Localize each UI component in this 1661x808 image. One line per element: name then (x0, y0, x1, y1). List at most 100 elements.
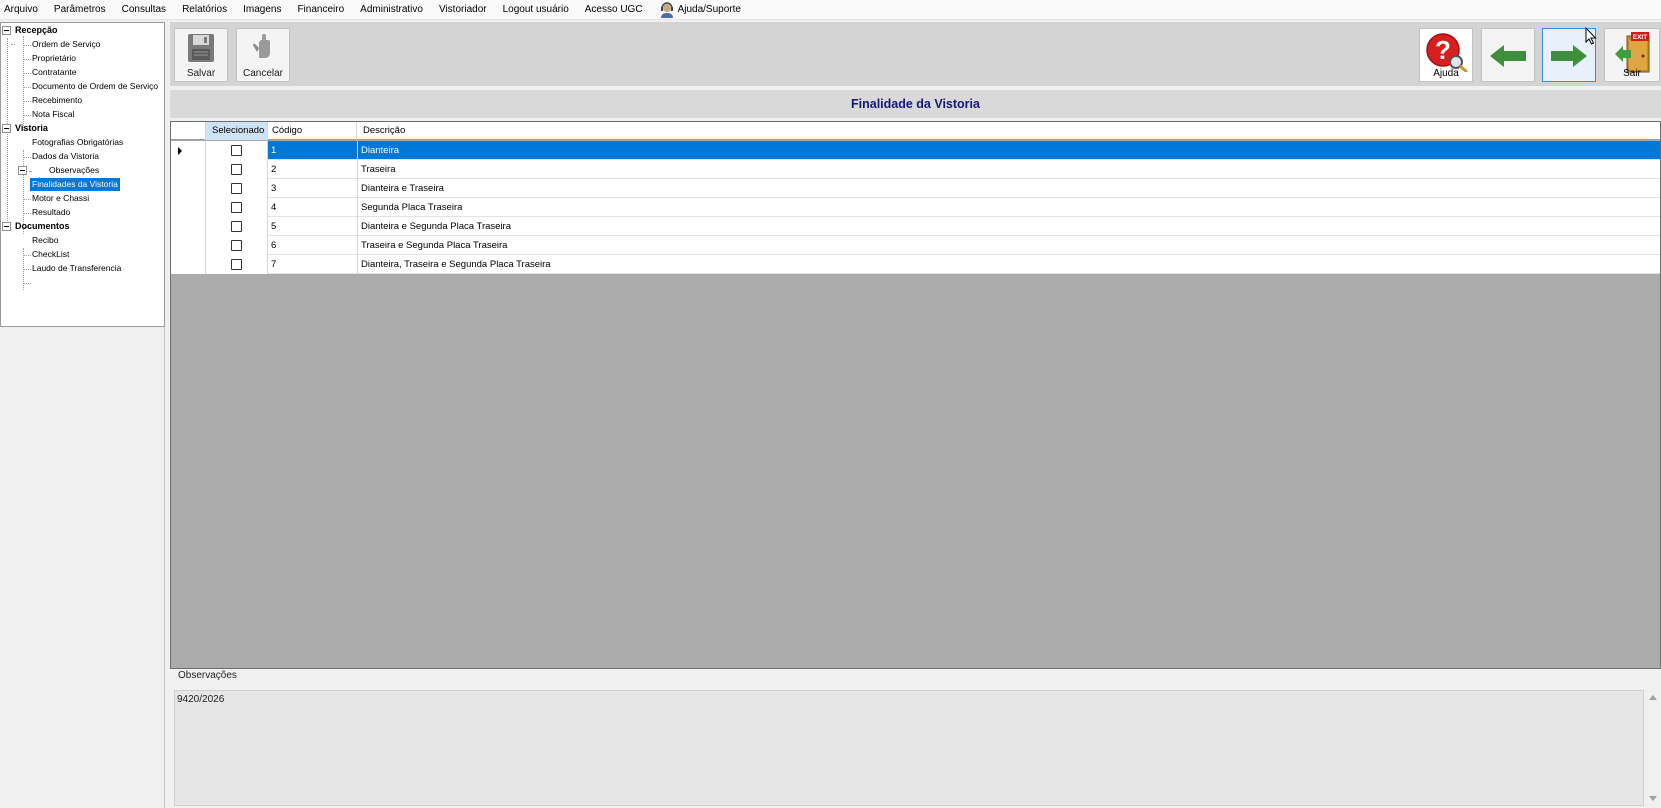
tree-item-fotografias[interactable]: Fotografias Obrigatórias (30, 136, 125, 149)
tree-item-dados-vistoria[interactable]: Dados da Vistoria (30, 150, 101, 163)
finalidade-grid: Selecionado Código Descrição 1 Dianteira… (170, 121, 1661, 669)
tree-item-proprietario[interactable]: Proprietário (30, 52, 78, 65)
scroll-up-icon[interactable] (1649, 695, 1657, 700)
row-description: Dianteira e Traseira (357, 179, 1660, 198)
row-select-cell (206, 179, 268, 198)
row-checkbox[interactable] (231, 183, 242, 194)
row-code: 3 (271, 183, 277, 194)
row-select-cell (206, 255, 268, 274)
collapse-toggle-icon[interactable] (18, 166, 27, 175)
cancel-label: Cancelar (242, 68, 284, 79)
table-row[interactable]: 5 Dianteira e Segunda Placa Traseira (171, 217, 1660, 236)
help-label: Ajuda (1433, 68, 1459, 79)
current-row-arrow-icon (178, 147, 182, 155)
row-checkbox[interactable] (231, 164, 242, 175)
tree-item-recebimento[interactable]: Recebimento (30, 94, 84, 107)
tree-item-nota-fiscal[interactable]: Nota Fiscal (30, 108, 77, 121)
row-checkbox[interactable] (231, 221, 242, 232)
row-description: Dianteira e Segunda Placa Traseira (357, 217, 1660, 236)
row-header[interactable] (171, 179, 206, 198)
row-description: Traseira e Segunda Placa Traseira (357, 236, 1660, 255)
menu-administrativo[interactable]: Administrativo (352, 0, 431, 20)
menu-arquivo[interactable]: Arquivo (0, 0, 46, 20)
menu-consultas[interactable]: Consultas (114, 0, 174, 20)
row-select-cell (206, 141, 268, 160)
observations-value: 9420/2026 (177, 694, 225, 705)
row-description: Traseira (357, 160, 1660, 179)
row-checkbox[interactable] (231, 202, 242, 213)
exit-button[interactable]: EXIT Sair (1604, 28, 1660, 82)
row-checkbox[interactable] (231, 145, 242, 156)
arrow-right-icon (1551, 45, 1587, 67)
menu-parametros[interactable]: Parâmetros (46, 0, 114, 20)
table-row[interactable]: 4 Segunda Placa Traseira (171, 198, 1660, 217)
row-description: Segunda Placa Traseira (357, 198, 1660, 217)
menu-imagens[interactable]: Imagens (235, 0, 289, 20)
menu-vistoriador[interactable]: Vistoriador (431, 0, 495, 20)
collapse-toggle-icon[interactable] (2, 222, 11, 231)
observations-scrollbar[interactable] (1644, 690, 1661, 806)
tree-group-documentos[interactable]: Documentos (13, 220, 72, 233)
scroll-down-icon[interactable] (1649, 796, 1657, 801)
tree-item-motor-chassi[interactable]: Motor e Chassi (30, 192, 91, 205)
table-row[interactable]: 3 Dianteira e Traseira (171, 179, 1660, 198)
row-select-cell (206, 198, 268, 217)
grid-header-corner (171, 122, 206, 140)
tree-item-resultado[interactable]: Resultado (30, 206, 72, 219)
grid-header: Selecionado Código Descrição (171, 122, 1660, 140)
tree-item-checklist[interactable]: CheckList (30, 248, 71, 261)
tree-group-vistoria[interactable]: Vistoria (13, 122, 50, 135)
tree-item-contratante[interactable]: Contratante (30, 66, 78, 79)
menu-logout[interactable]: Logout usuário (495, 0, 577, 20)
menu-ajuda-label: Ajuda/Suporte (677, 3, 741, 15)
tree-panel-background (0, 327, 165, 808)
row-header[interactable] (171, 160, 206, 179)
menu-relatorios[interactable]: Relatórios (174, 0, 235, 20)
tree-item-documento-os[interactable]: Documento de Ordem de Serviço (30, 80, 160, 93)
cancel-button[interactable]: Cancelar (236, 28, 290, 82)
tree-item-finalidades[interactable]: Finalidades da Vistoria (30, 178, 120, 191)
row-code: 5 (271, 221, 277, 232)
row-header[interactable] (171, 255, 206, 274)
column-header-selected[interactable]: Selecionado (206, 122, 268, 140)
row-checkbox[interactable] (231, 240, 242, 251)
tree-item-observacoes[interactable]: Observações (47, 164, 101, 177)
help-button[interactable]: ? Ajuda (1419, 28, 1473, 82)
exit-sign-text: EXIT (1633, 34, 1647, 41)
table-row[interactable]: 7 Dianteira, Traseira e Segunda Placa Tr… (171, 255, 1660, 274)
table-row[interactable]: 6 Traseira e Segunda Placa Traseira (171, 236, 1660, 255)
menu-acesso-ugc[interactable]: Acesso UGC (577, 0, 651, 20)
navigation-tree: Recepção Ordem de Serviço Proprietário C… (0, 22, 165, 327)
column-header-code[interactable]: Código (268, 122, 357, 140)
toolbar: Salvar Cancelar ? Ajuda EXIT Sair (170, 22, 1661, 86)
tree-item-laudo[interactable]: Laudo de Transferencia (30, 262, 123, 275)
collapse-toggle-icon[interactable] (2, 26, 11, 35)
save-button[interactable]: Salvar (174, 28, 228, 82)
cancel-hand-icon (253, 34, 270, 58)
menu-ajuda-suporte[interactable]: Ajuda/Suporte (651, 0, 749, 20)
row-header[interactable] (171, 141, 206, 160)
row-code: 2 (271, 164, 277, 175)
collapse-toggle-icon[interactable] (2, 124, 11, 133)
tree-group-recepcao[interactable]: Recepção (13, 24, 60, 37)
tree-item-recibo[interactable]: Recibo (30, 234, 60, 247)
row-select-cell (206, 236, 268, 255)
row-select-cell (206, 217, 268, 236)
row-description: Dianteira (357, 141, 1660, 160)
floppy-disk-icon (188, 34, 214, 62)
column-header-description[interactable]: Descrição (357, 122, 1660, 140)
row-select-cell (206, 160, 268, 179)
row-code: 4 (271, 202, 277, 213)
row-header[interactable] (171, 198, 206, 217)
menu-financeiro[interactable]: Financeiro (289, 0, 352, 20)
help-magnifier-icon: ? (1426, 33, 1468, 72)
table-row[interactable]: 2 Traseira (171, 160, 1660, 179)
row-checkbox[interactable] (231, 259, 242, 270)
tree-item-ordem-servico[interactable]: Ordem de Serviço (30, 38, 103, 51)
row-header[interactable] (171, 236, 206, 255)
row-header[interactable] (171, 217, 206, 236)
table-row[interactable]: 1 Dianteira (171, 141, 1660, 160)
previous-button[interactable] (1481, 28, 1535, 82)
support-agent-icon (660, 1, 673, 18)
observations-textarea[interactable]: 9420/2026 (174, 690, 1644, 806)
